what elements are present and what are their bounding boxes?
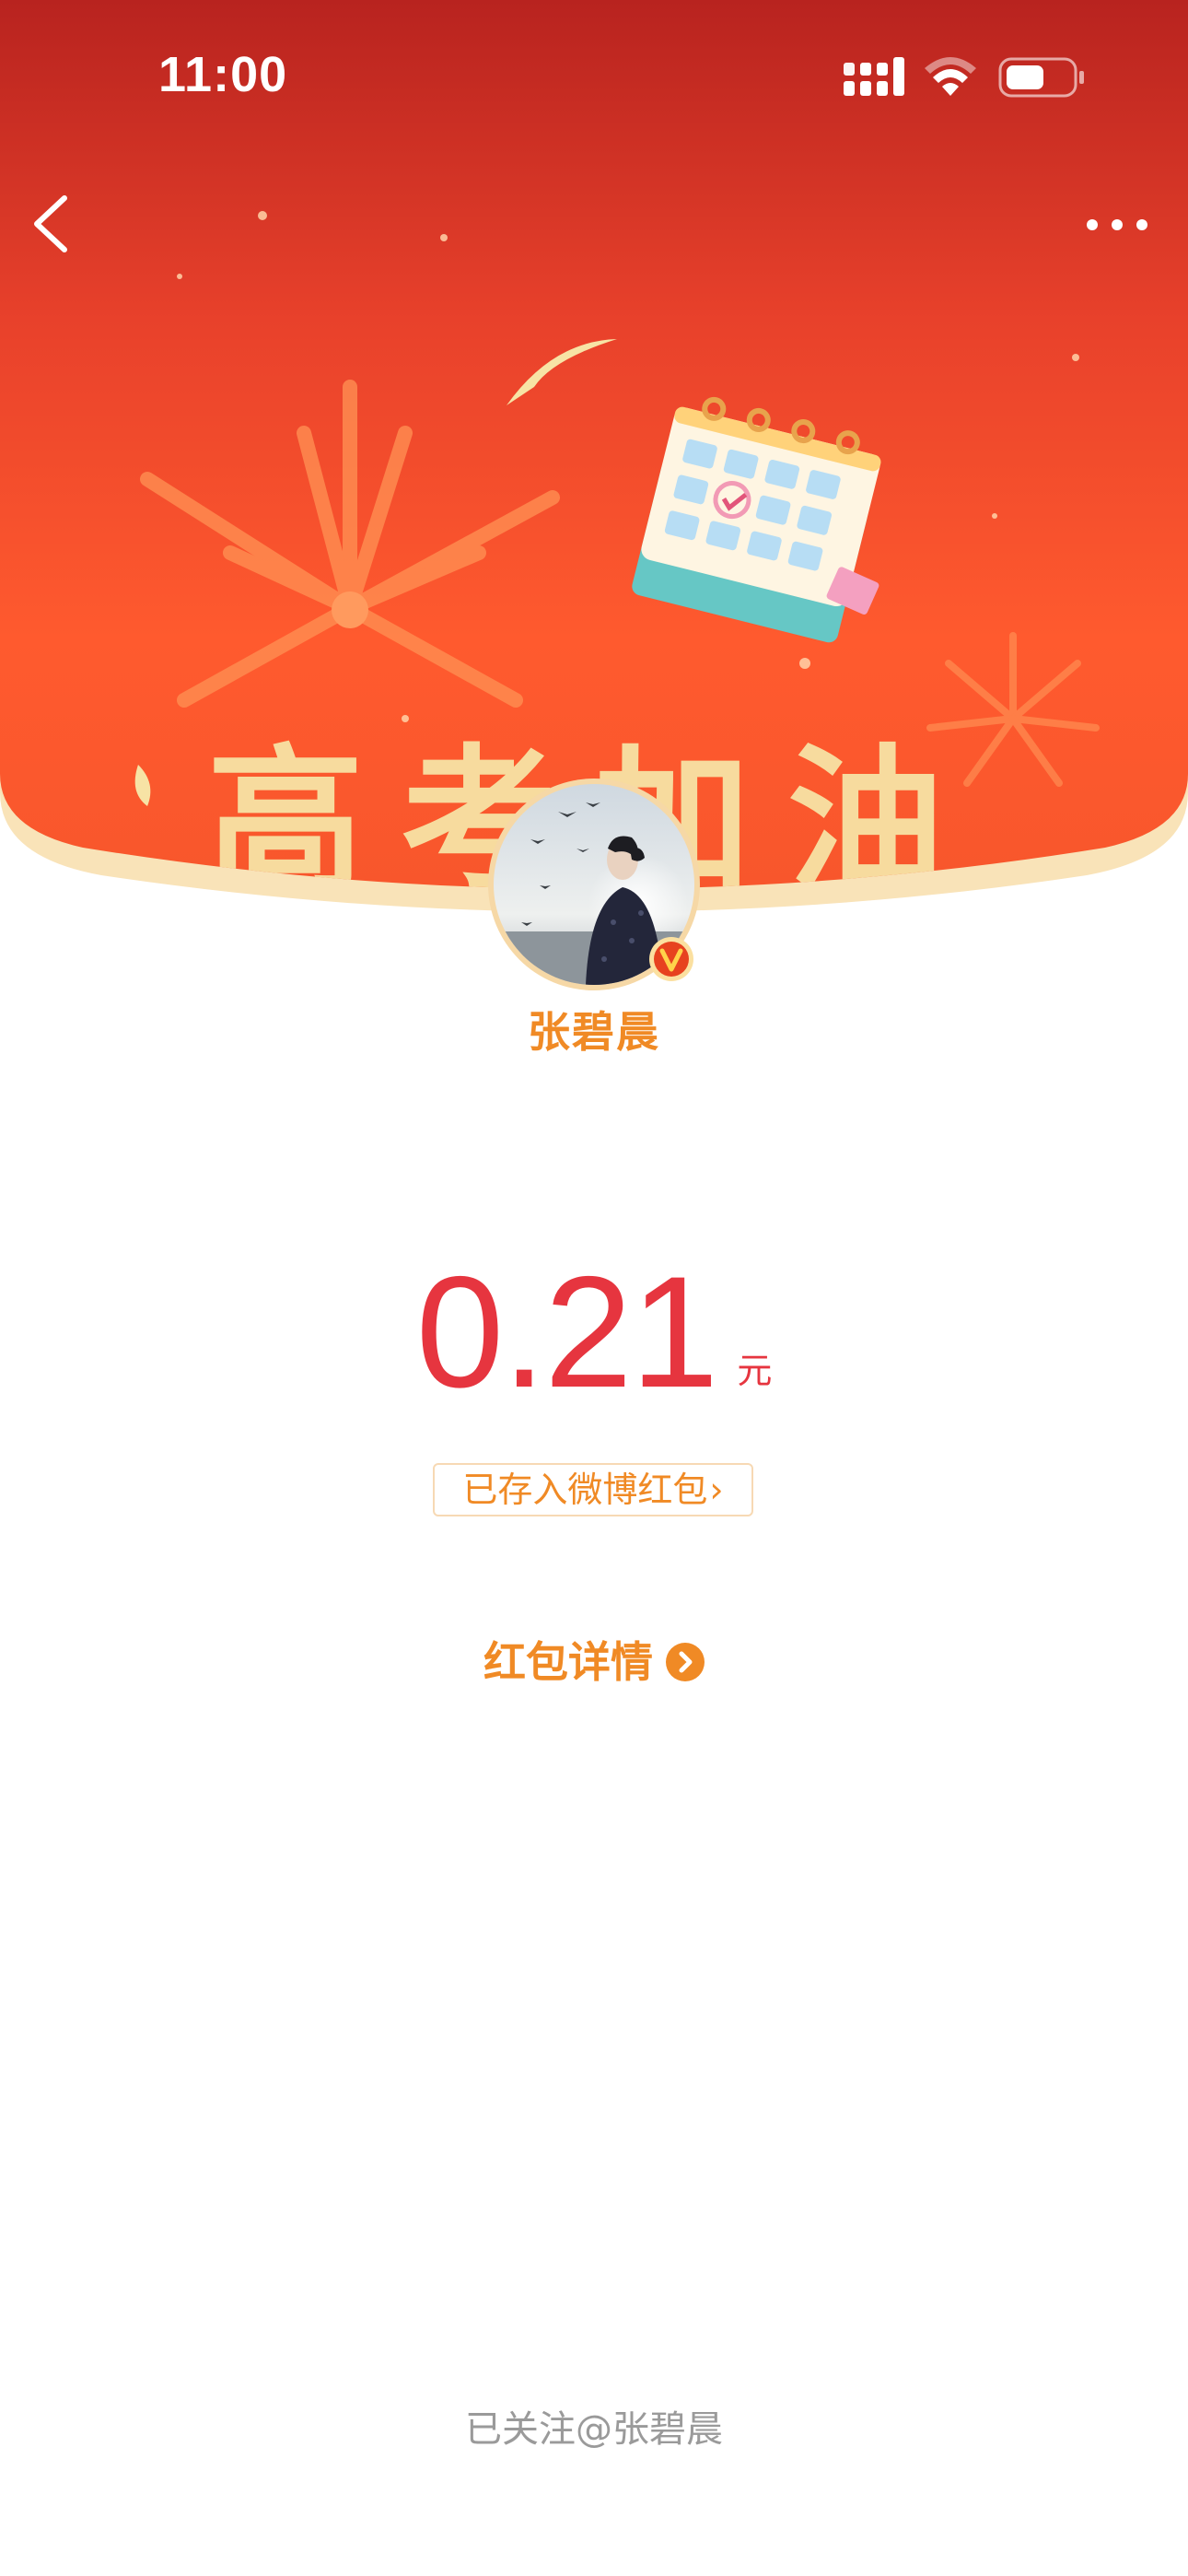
chevron-right-circle-icon [666,1642,705,1681]
cellular-signal-icon [844,57,904,96]
saved-to-wallet-label: 已存入微博红包 [462,1469,708,1510]
saved-to-wallet-link[interactable]: 已存入微博红包› [433,1463,753,1516]
red-packet-result-page: 高考加油 11:00 [0,0,1188,2576]
details-label: 红包详情 [483,1637,653,1687]
amount-unit: 元 [737,1351,773,1391]
follow-note: 已关注@张碧晨 [465,2408,723,2451]
amount-value: 0.21 [415,1244,719,1421]
verified-v-badge-icon [649,937,693,981]
status-time: 11:00 [158,47,288,102]
chevron-right-icon: › [709,1469,724,1510]
back-button[interactable] [22,189,87,259]
ellipsis-icon [1087,219,1147,230]
status-bar: 11:00 [0,0,1188,157]
wifi-icon [925,57,976,96]
battery-icon [998,57,1084,98]
amount-display: 0.21 元 [0,1253,1188,1411]
chevron-left-icon [34,195,67,252]
more-options-button[interactable] [1076,205,1159,245]
red-packet-details-link[interactable]: 红包详情 [0,1629,1188,1690]
sender-name[interactable]: 张碧晨 [0,999,1188,1060]
